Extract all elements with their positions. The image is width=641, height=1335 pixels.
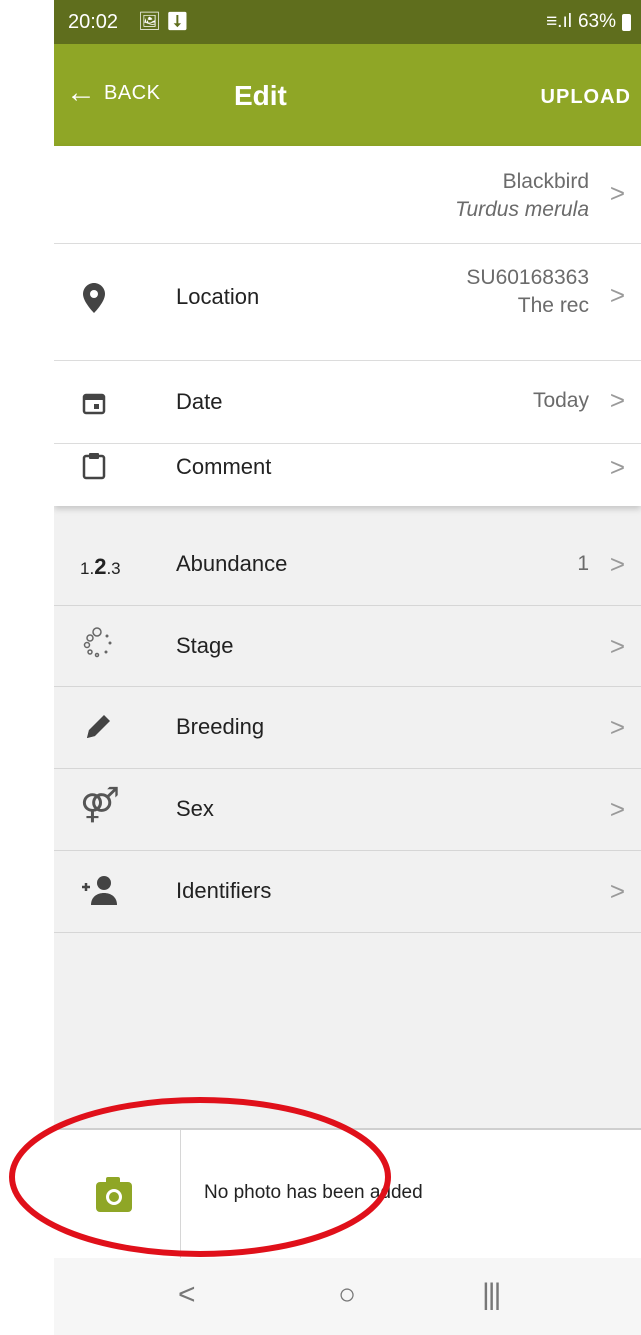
abundance-label: Abundance bbox=[176, 551, 288, 576]
pencil-icon bbox=[84, 711, 114, 746]
comment-row[interactable]: Comment > bbox=[54, 444, 641, 506]
date-value: Today bbox=[532, 389, 589, 412]
species-common-name: Blackbird bbox=[502, 170, 589, 193]
location-pin-icon bbox=[76, 280, 112, 316]
location-label: Location bbox=[176, 284, 260, 309]
back-button[interactable]: ← BACK bbox=[66, 78, 160, 108]
nav-home-button[interactable]: ○ bbox=[338, 1278, 356, 1312]
app-bar: ← BACK Edit UPLOAD bbox=[54, 44, 641, 146]
identifiers-label: Identifiers bbox=[176, 878, 272, 903]
gender-icon: ⚤ bbox=[80, 786, 120, 824]
species-scientific-name: Turdus merula bbox=[455, 198, 589, 221]
calendar-icon bbox=[76, 385, 112, 421]
number-sequence-icon: 1.2.3 bbox=[80, 554, 121, 579]
breeding-label: Breeding bbox=[176, 714, 265, 739]
annotation-ellipse bbox=[9, 1097, 391, 1257]
system-nav-bar: < ○ ||| bbox=[54, 1258, 641, 1335]
date-label: Date bbox=[176, 389, 223, 414]
species-row[interactable]: Blackbird Turdus merula > bbox=[54, 146, 641, 244]
clipboard-icon bbox=[76, 448, 112, 484]
signal-icon: ≡.ıl bbox=[546, 11, 572, 32]
status-bar: 20:02 🖼 ⬇ ≡.ıl 63% bbox=[54, 0, 641, 44]
chevron-right-icon: > bbox=[609, 549, 625, 579]
chevron-right-icon: > bbox=[609, 385, 625, 415]
nav-back-button[interactable]: < bbox=[178, 1278, 196, 1312]
status-right: ≡.ıl 63% bbox=[546, 11, 631, 33]
location-gridref: SU60168363 bbox=[466, 266, 589, 289]
status-time: 20:02 bbox=[68, 11, 119, 33]
battery-level: 63% bbox=[577, 11, 616, 32]
sex-label: Sex bbox=[176, 796, 214, 821]
status-notification-icons: 🖼 ⬇ bbox=[138, 11, 189, 31]
breeding-row[interactable]: Breeding > bbox=[54, 687, 641, 769]
species-value: Blackbird Turdus merula bbox=[455, 168, 589, 224]
chevron-right-icon: > bbox=[609, 712, 625, 742]
record-card: Blackbird Turdus merula > Location SU601… bbox=[54, 146, 641, 506]
location-value: SU60168363 The rec bbox=[466, 264, 589, 320]
back-arrow-icon: ← bbox=[66, 76, 96, 109]
identifiers-row[interactable]: Identifiers > bbox=[54, 851, 641, 933]
comment-label: Comment bbox=[176, 454, 272, 479]
battery-icon bbox=[622, 13, 631, 31]
page-title: Edit bbox=[234, 80, 287, 111]
chevron-right-icon: > bbox=[609, 876, 625, 906]
location-row[interactable]: Location SU60168363 The rec > bbox=[54, 244, 641, 361]
chevron-right-icon: > bbox=[609, 452, 625, 482]
abundance-row[interactable]: 1.2.3 Abundance 1 > bbox=[54, 524, 641, 606]
back-label: BACK bbox=[104, 81, 161, 104]
stage-dots-icon bbox=[82, 626, 118, 667]
abundance-value: 1 bbox=[577, 552, 589, 575]
location-name: The rec bbox=[517, 294, 589, 317]
add-person-icon bbox=[80, 875, 120, 910]
chevron-right-icon: > bbox=[609, 280, 625, 310]
chevron-right-icon: > bbox=[609, 178, 625, 208]
stage-row[interactable]: Stage > bbox=[54, 606, 641, 687]
stage-label: Stage bbox=[176, 633, 234, 658]
chevron-right-icon: > bbox=[609, 794, 625, 824]
upload-button[interactable]: UPLOAD bbox=[541, 86, 631, 109]
date-row[interactable]: Date Today > bbox=[54, 361, 641, 444]
sex-row[interactable]: ⚤ Sex > bbox=[54, 769, 641, 851]
chevron-right-icon: > bbox=[609, 631, 625, 661]
nav-recents-button[interactable]: ||| bbox=[482, 1278, 501, 1312]
